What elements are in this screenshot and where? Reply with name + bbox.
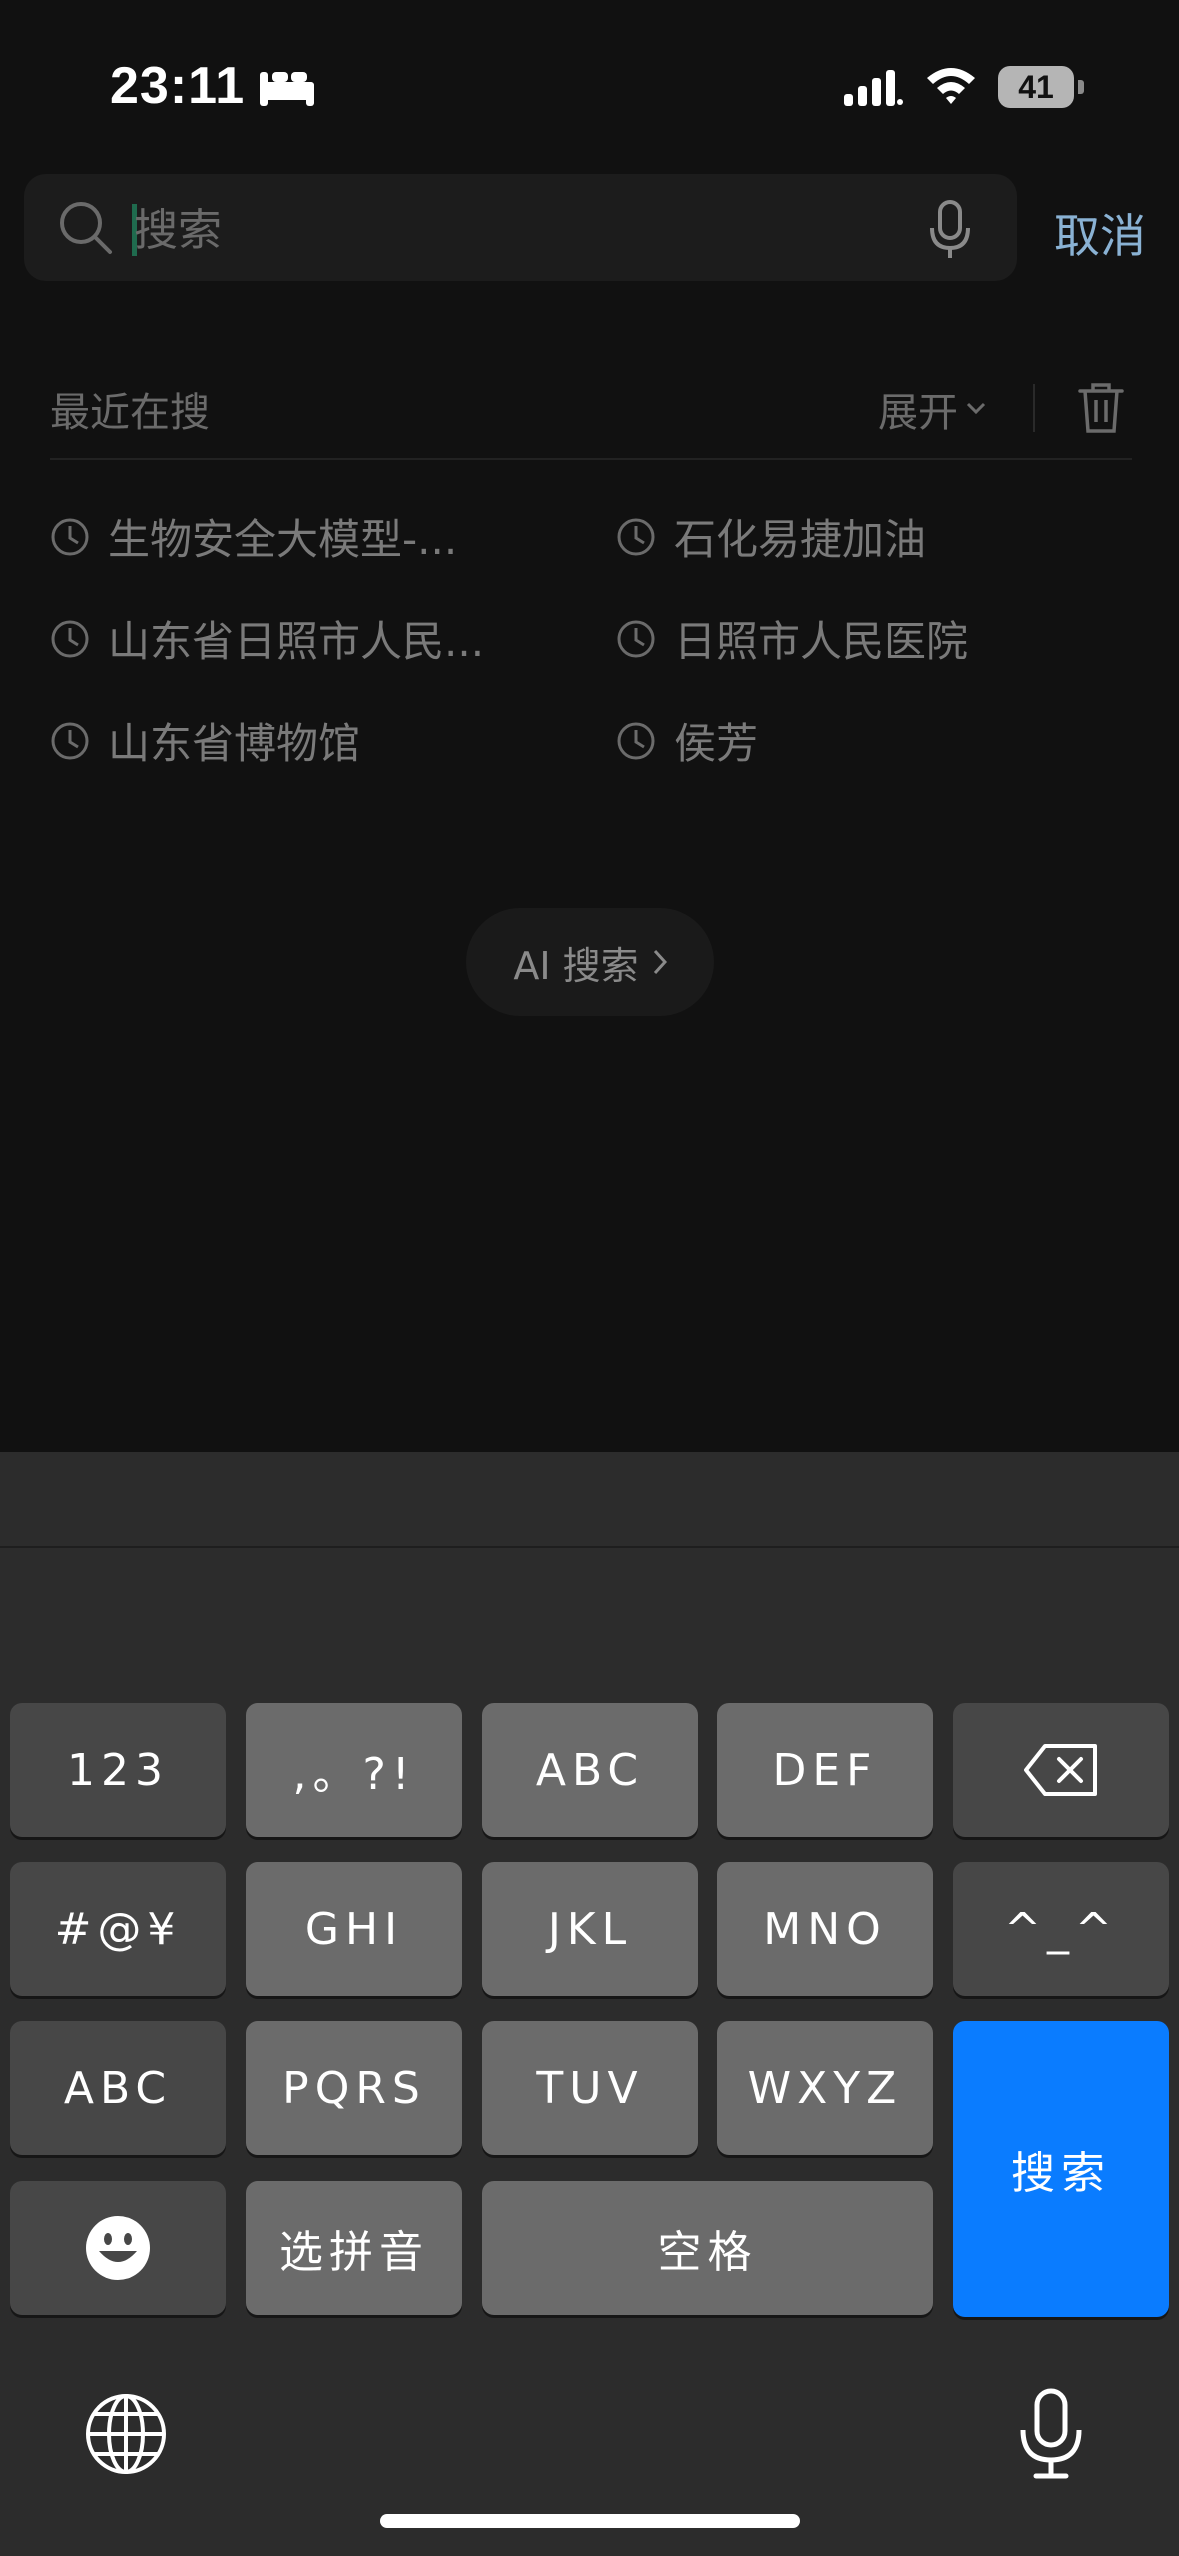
keyboard-candidate-divider	[0, 1546, 1179, 1548]
recent-search-item[interactable]: 山东省博物馆	[50, 710, 360, 771]
divider	[50, 458, 1132, 460]
chevron-right-icon	[653, 949, 667, 975]
key-symbols[interactable]: #@¥	[10, 1862, 226, 1996]
key-ghi[interactable]: GHI	[246, 1862, 462, 1996]
emoji-icon	[86, 2216, 150, 2280]
search-input[interactable]	[134, 200, 894, 260]
backspace-icon	[1024, 1744, 1097, 1796]
key-def[interactable]: DEF	[717, 1703, 933, 1837]
space-key[interactable]: 空格	[482, 2181, 933, 2315]
sleep-icon	[260, 72, 314, 106]
delete-key[interactable]	[953, 1703, 1169, 1837]
search-icon	[60, 202, 112, 254]
recent-search-label: 山东省博物馆	[108, 719, 361, 768]
key-wxyz[interactable]: WXYZ	[717, 2021, 933, 2155]
clock-icon	[617, 722, 655, 759]
recent-search-label: 生物安全大模型-...	[108, 515, 458, 564]
microphone-icon[interactable]	[928, 200, 972, 262]
key-pqrs[interactable]: PQRS	[246, 2021, 462, 2155]
expand-button[interactable]: 展开	[878, 380, 986, 438]
key-jkl[interactable]: JKL	[482, 1862, 698, 1996]
key-123[interactable]: 123	[10, 1703, 226, 1837]
chevron-down-icon	[966, 402, 986, 415]
key-mno[interactable]: MNO	[717, 1862, 933, 1996]
recent-search-item[interactable]: 石化易捷加油	[616, 506, 926, 567]
recent-search-label: 山东省日照市人民...	[108, 617, 485, 666]
recent-search-label: 侯芳	[674, 719, 759, 768]
trash-icon[interactable]	[1078, 382, 1124, 434]
expand-label: 展开	[878, 390, 958, 436]
clock-icon	[51, 620, 89, 657]
cancel-button[interactable]: 取消	[1054, 200, 1146, 266]
key-tuv[interactable]: TUV	[482, 2021, 698, 2155]
emoji-key[interactable]	[10, 2181, 226, 2315]
ai-search-button[interactable]: AI 搜索	[466, 908, 714, 1016]
key-abc[interactable]: ABC	[482, 1703, 698, 1837]
signal-icon	[844, 70, 903, 106]
clock-icon	[51, 518, 89, 555]
key-emoticon[interactable]: ^_^	[953, 1862, 1169, 1996]
home-indicator[interactable]	[380, 2514, 800, 2528]
recent-search-item[interactable]: 日照市人民医院	[616, 608, 968, 669]
recent-search-item[interactable]: 侯芳	[616, 710, 758, 771]
dictation-microphone-icon[interactable]	[1016, 2388, 1086, 2480]
divider	[1033, 384, 1035, 432]
globe-icon[interactable]	[84, 2392, 168, 2476]
recent-search-item[interactable]: 山东省日照市人民...	[50, 608, 484, 669]
keyboard	[0, 1452, 1179, 2556]
key-abc-mode[interactable]: ABC	[10, 2021, 226, 2155]
battery-indicator: 41	[998, 66, 1074, 108]
recent-search-label: 石化易捷加油	[674, 515, 927, 564]
key-punctuation[interactable]: ,。?!	[246, 1703, 462, 1837]
ai-search-label: AI 搜索	[513, 943, 639, 988]
clock-icon	[617, 620, 655, 657]
clock-icon	[617, 518, 655, 555]
search-key[interactable]: 搜索	[953, 2021, 1169, 2317]
recent-search-item[interactable]: 生物安全大模型-...	[50, 506, 457, 567]
recent-searches-title: 最近在搜	[50, 390, 210, 436]
clock-icon	[51, 722, 89, 759]
key-pinyin[interactable]: 选拼音	[246, 2181, 462, 2315]
battery-tip	[1078, 80, 1084, 94]
status-time: 23:11	[110, 57, 246, 115]
recent-search-label: 日照市人民医院	[674, 617, 969, 666]
wifi-icon	[927, 68, 975, 104]
